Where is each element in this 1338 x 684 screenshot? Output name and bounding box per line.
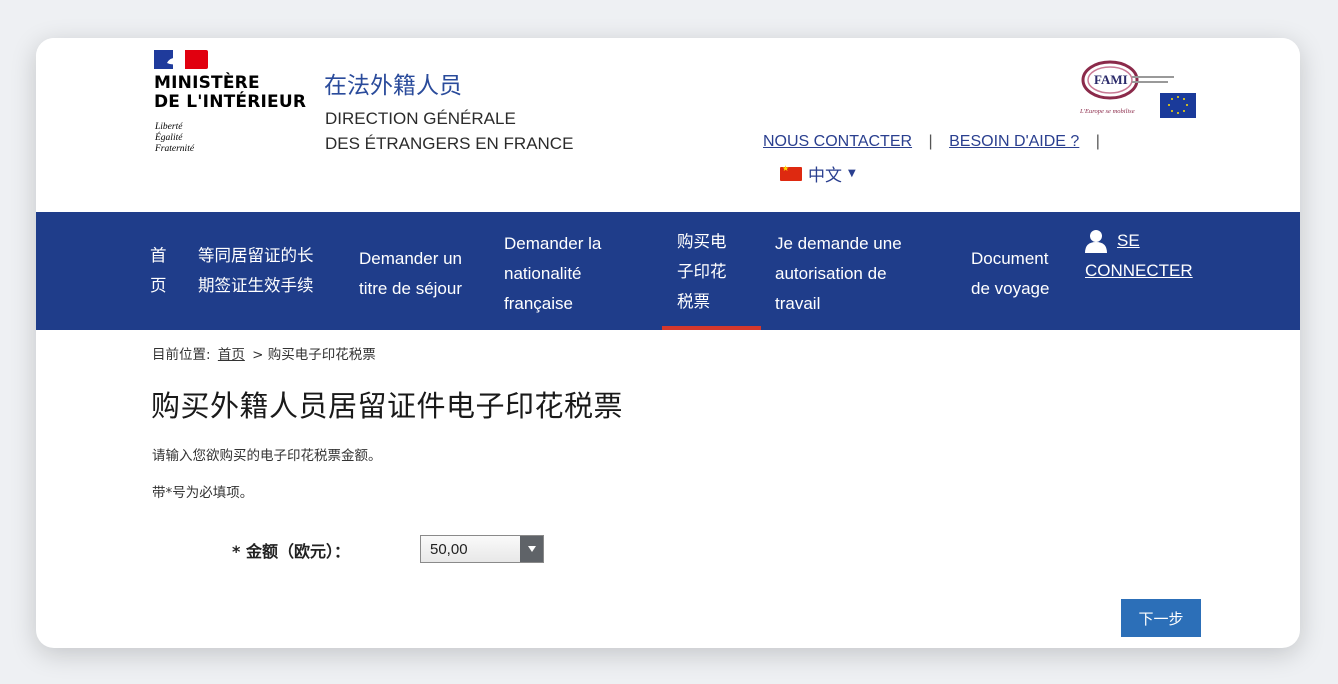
nav-line: 页: [150, 276, 167, 295]
nav-line: 首: [150, 246, 167, 265]
caret-down-icon: ▼: [848, 168, 856, 179]
main-navigation: 首 页 等同居留证的长 期签证生效手续 Demander un titre de…: [36, 212, 1300, 330]
intro-text: 请输入您欲购买的电子印花税票金额。: [152, 448, 382, 464]
motto-line: Liberté: [155, 122, 183, 132]
china-flag-icon: [780, 164, 802, 181]
browser-frame: MINISTÈRE DE L'INTÉRIEUR Liberté Égalité…: [36, 38, 1300, 648]
motto-line: Fraternité: [155, 144, 195, 154]
nav-line: titre de séjour: [359, 279, 462, 298]
nav-item-tax-stamp[interactable]: 购买电 子印花 税票: [677, 227, 727, 317]
login-label: SE: [1117, 231, 1140, 250]
fami-subtitle: L'Europe se mobilise: [1080, 108, 1135, 115]
user-icon: [1085, 230, 1107, 253]
nav-line: 购买电: [677, 232, 727, 251]
ministry-line: MINISTÈRE: [154, 73, 260, 93]
nav-line: 税票: [677, 292, 710, 311]
ministry-name[interactable]: MINISTÈRE DE L'INTÉRIEUR: [154, 74, 314, 112]
amount-select[interactable]: 50,00: [420, 535, 544, 563]
amount-label: * 金额（欧元）：: [232, 542, 350, 561]
site-title-line: DES ÉTRANGERS EN FRANCE: [325, 134, 574, 153]
nav-line: 子印花: [677, 262, 727, 281]
login-label: CONNECTER: [1085, 261, 1193, 280]
breadcrumb-home-link[interactable]: 首页: [218, 347, 245, 363]
site-title-line: DIRECTION GÉNÉRALE: [325, 109, 516, 128]
fami-wordmark: FAMI: [1094, 72, 1128, 87]
marianne-flag-icon: [154, 50, 208, 69]
motto: Liberté Égalité Fraternité: [155, 122, 194, 155]
nav-item-residence-permit[interactable]: Demander un titre de séjour: [359, 244, 462, 304]
nav-line: 期签证生效手续: [198, 276, 314, 295]
nav-item-long-stay-visa[interactable]: 等同居留证的长 期签证生效手续: [198, 241, 314, 301]
nav-line: Demander la: [504, 234, 602, 253]
top-links: NOUS CONTACTER | BESOIN D'AIDE ? |: [763, 133, 1112, 151]
fami-logo: FAMI L'Europe se mobilise: [1080, 54, 1198, 120]
page-title: 购买外籍人员居留证件电子印花税票: [151, 389, 624, 423]
breadcrumb-current: 购买电子印花税票: [267, 347, 376, 363]
ministry-line: DE L'INTÉRIEUR: [154, 92, 307, 112]
site-header: MINISTÈRE DE L'INTÉRIEUR Liberté Égalité…: [36, 38, 1300, 212]
required-note: 带*号为必填项。: [152, 485, 254, 501]
nav-item-work-authorization[interactable]: Je demande une autorisation de travail: [775, 229, 902, 319]
breadcrumb: 目前位置: 首页 > 购买电子印花税票: [152, 343, 376, 363]
link-separator: |: [1095, 133, 1100, 150]
nav-item-travel-document[interactable]: Document de voyage: [971, 244, 1049, 304]
nav-line: autorisation de: [775, 264, 887, 283]
nav-line: Je demande une: [775, 234, 902, 253]
next-step-button[interactable]: 下一步: [1121, 599, 1201, 637]
nav-line: Demander un: [359, 249, 463, 268]
nav-line: Document: [971, 249, 1049, 268]
nav-line: 等同居留证的长: [198, 246, 314, 265]
motto-line: Égalité: [155, 133, 183, 143]
breadcrumb-prefix: 目前位置:: [152, 347, 211, 363]
dropdown-arrow-icon[interactable]: [520, 536, 543, 562]
nav-item-home[interactable]: 首 页: [150, 241, 167, 301]
contact-link[interactable]: NOUS CONTACTER: [763, 133, 912, 150]
nav-line: de voyage: [971, 279, 1050, 298]
nav-active-indicator: [662, 326, 761, 330]
amount-selected-value: 50,00: [430, 541, 468, 558]
site-title-french[interactable]: DIRECTION GÉNÉRALE DES ÉTRANGERS EN FRAN…: [325, 106, 573, 156]
link-separator: |: [928, 133, 933, 150]
site-title-chinese[interactable]: 在法外籍人员: [324, 66, 462, 100]
login-link[interactable]: SE CONNECTER: [1085, 226, 1193, 286]
nav-line: nationalité: [504, 264, 582, 283]
nav-line: française: [504, 294, 573, 313]
language-label: 中文: [808, 166, 842, 186]
nav-line: travail: [775, 294, 821, 313]
help-link[interactable]: BESOIN D'AIDE ?: [949, 133, 1079, 150]
language-selector[interactable]: 中文 ▼: [780, 161, 856, 186]
breadcrumb-separator: >: [252, 347, 264, 363]
nav-item-nationality[interactable]: Demander la nationalité française: [504, 229, 601, 319]
